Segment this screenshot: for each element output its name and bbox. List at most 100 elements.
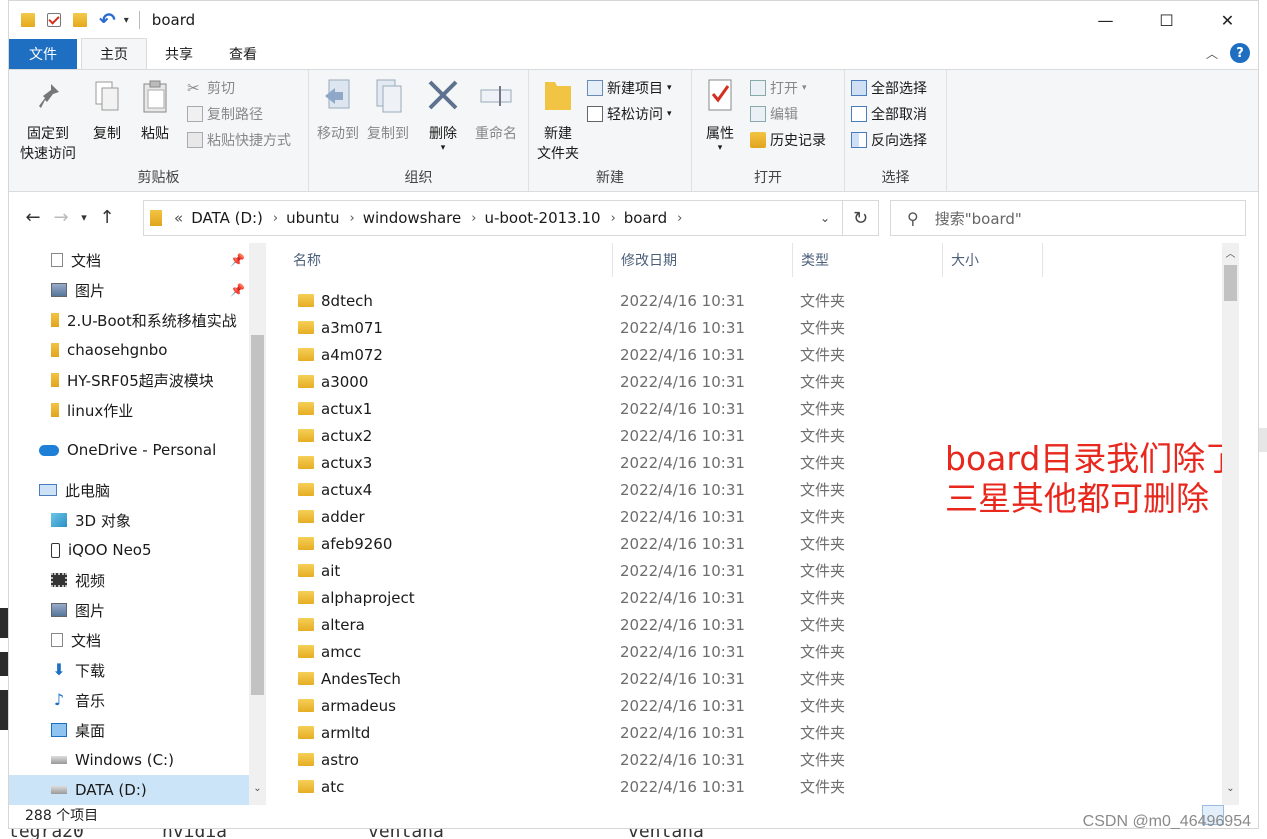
tab-share[interactable]: 共享 (147, 39, 211, 69)
maximize-button[interactable]: ☐ (1136, 1, 1197, 39)
nav-item-linux-homework[interactable]: linux作业 (9, 395, 249, 425)
file-row[interactable]: actux1 2022/4/16 10:31 文件夹 (271, 395, 1239, 422)
copy-to-button[interactable]: 复制到 (365, 78, 411, 144)
nav-pane-scrollbar[interactable]: ⌄ (249, 243, 266, 805)
nav-item-chaosehgnbo[interactable]: chaosehgnbo (9, 335, 249, 365)
column-header-name[interactable]: 名称 (271, 243, 613, 277)
file-list-scrollbar[interactable]: ︿ ⌄ (1222, 243, 1239, 805)
quick-access-dropdown-icon[interactable]: ▾ (124, 15, 129, 26)
pin-icon[interactable]: 📌 (230, 253, 245, 267)
tab-file[interactable]: 文件 (9, 39, 77, 69)
help-icon[interactable]: ? (1230, 43, 1250, 63)
scroll-down-arrow-icon[interactable]: ⌄ (1222, 783, 1239, 794)
cut-button[interactable]: ✂ 剪切 (187, 76, 235, 100)
copy-button[interactable]: 复制 (87, 78, 127, 144)
column-header-size[interactable]: 大小 (943, 243, 1043, 277)
address-history-dropdown-icon[interactable]: ⌄ (820, 211, 830, 225)
nav-item-this-pc[interactable]: 此电脑 (9, 475, 249, 505)
file-row[interactable]: AndesTech 2022/4/16 10:31 文件夹 (271, 665, 1239, 692)
breadcrumb-overflow[interactable]: « (174, 209, 183, 227)
nav-item-videos[interactable]: 视频 (9, 565, 249, 595)
rename-button[interactable]: 重命名 (469, 78, 523, 144)
column-header-type[interactable]: 类型 (793, 243, 943, 277)
tab-home[interactable]: 主页 (81, 38, 147, 69)
nav-item-iqoo-neo5[interactable]: iQOO Neo5 (9, 535, 249, 565)
breadcrumb-chevron-icon[interactable]: › (350, 211, 355, 226)
address-bar[interactable]: « DATA (D:) › ubuntu › windowshare › u-b… (143, 200, 843, 236)
nav-item-hy-srf05[interactable]: HY-SRF05超声波模块 (9, 365, 249, 395)
tab-view[interactable]: 查看 (211, 39, 275, 69)
file-row[interactable]: altera 2022/4/16 10:31 文件夹 (271, 611, 1239, 638)
breadcrumb-board[interactable]: board (624, 209, 667, 227)
new-folder-quick-icon[interactable] (73, 13, 87, 27)
delete-button[interactable]: 删除 ▾ (423, 78, 463, 153)
new-item-button[interactable]: 新建项目 ▾ (587, 76, 672, 100)
undo-icon[interactable]: ↶ (99, 10, 116, 30)
close-button[interactable]: ✕ (1197, 1, 1258, 39)
minimize-button[interactable]: — (1075, 1, 1136, 39)
breadcrumb-windowshare[interactable]: windowshare (363, 209, 462, 227)
properties-button[interactable]: 属性 ▾ (700, 78, 740, 153)
file-row[interactable]: a3000 2022/4/16 10:31 文件夹 (271, 368, 1239, 395)
nav-scrollbar-thumb[interactable] (251, 335, 264, 695)
breadcrumb-uboot[interactable]: u-boot-2013.10 (484, 209, 600, 227)
paste-button[interactable]: 粘贴 (135, 78, 175, 144)
refresh-button[interactable]: ↻ (843, 200, 879, 236)
nav-item-music[interactable]: ♪ 音乐 (9, 685, 249, 715)
up-button[interactable]: ↑ (93, 207, 121, 228)
easy-access-button[interactable]: 轻松访问 ▾ (587, 102, 672, 126)
properties-quick-icon[interactable] (47, 13, 61, 27)
file-row[interactable]: armltd 2022/4/16 10:31 文件夹 (271, 719, 1239, 746)
column-header-date[interactable]: 修改日期 (613, 243, 793, 277)
file-row[interactable]: a4m072 2022/4/16 10:31 文件夹 (271, 341, 1239, 368)
file-row[interactable]: a3m071 2022/4/16 10:31 文件夹 (271, 314, 1239, 341)
nav-item-documents-quick[interactable]: 文档 📌 (9, 245, 249, 275)
file-row[interactable]: 8dtech 2022/4/16 10:31 文件夹 (271, 287, 1239, 314)
file-row[interactable]: afeb9260 2022/4/16 10:31 文件夹 (271, 530, 1239, 557)
delete-dropdown-icon[interactable]: ▾ (423, 144, 463, 153)
invert-selection-button[interactable]: 反向选择 (851, 128, 927, 152)
file-row[interactable]: amcc 2022/4/16 10:31 文件夹 (271, 638, 1239, 665)
scroll-up-arrow-icon[interactable]: ︿ (1222, 245, 1239, 260)
breadcrumb-data-drive[interactable]: DATA (D:) (191, 209, 263, 227)
breadcrumb-chevron-icon[interactable]: › (471, 211, 476, 226)
properties-dropdown-icon[interactable]: ▾ (700, 144, 740, 153)
search-input[interactable]: ⚲ 搜索"board" (890, 200, 1246, 236)
select-all-button[interactable]: 全部选择 (851, 76, 927, 100)
edit-button[interactable]: 编辑 (750, 102, 798, 126)
file-row[interactable]: astro 2022/4/16 10:31 文件夹 (271, 746, 1239, 773)
collapse-ribbon-icon[interactable]: ︿ (1206, 45, 1218, 62)
nav-item-pictures[interactable]: 图片 (9, 595, 249, 625)
nav-item-desktop[interactable]: 桌面 (9, 715, 249, 745)
file-scrollbar-thumb[interactable] (1224, 265, 1237, 301)
select-none-button[interactable]: 全部取消 (851, 102, 927, 126)
history-button[interactable]: 历史记录 (750, 128, 826, 152)
breadcrumb-chevron-icon[interactable]: › (273, 211, 278, 226)
file-row[interactable]: ait 2022/4/16 10:31 文件夹 (271, 557, 1239, 584)
nav-item-data-d[interactable]: DATA (D:) (9, 775, 249, 805)
move-to-button[interactable]: 移动到 (315, 78, 361, 144)
nav-item-3d-objects[interactable]: 3D 对象 (9, 505, 249, 535)
paste-shortcut-button[interactable]: 粘贴快捷方式 (187, 128, 291, 152)
copy-path-button[interactable]: 复制路径 (187, 102, 263, 126)
pin-to-quick-access-button[interactable]: 固定到 快速访问 (15, 78, 81, 164)
recent-locations-dropdown[interactable]: ▾ (75, 211, 93, 224)
file-row[interactable]: armadeus 2022/4/16 10:31 文件夹 (271, 692, 1239, 719)
file-row[interactable]: alphaproject 2022/4/16 10:31 文件夹 (271, 584, 1239, 611)
nav-item-pictures-quick[interactable]: 图片 📌 (9, 275, 249, 305)
nav-item-windows-c[interactable]: Windows (C:) (9, 745, 249, 775)
pin-icon[interactable]: 📌 (230, 283, 245, 297)
scroll-down-arrow-icon[interactable]: ⌄ (249, 783, 266, 794)
file-row[interactable]: atc 2022/4/16 10:31 文件夹 (271, 773, 1239, 800)
open-button[interactable]: 打开 ▾ (750, 76, 807, 100)
breadcrumb-chevron-icon[interactable]: › (677, 211, 682, 226)
nav-item-documents[interactable]: 文档 (9, 625, 249, 655)
nav-item-uboot-folder[interactable]: 2.U-Boot和系统移植实战 (9, 305, 249, 335)
breadcrumb-chevron-icon[interactable]: › (611, 211, 616, 226)
forward-button[interactable]: → (47, 207, 75, 228)
nav-item-downloads[interactable]: ⬇ 下载 (9, 655, 249, 685)
back-button[interactable]: ← (19, 207, 47, 228)
new-folder-button[interactable]: 新建 文件夹 (533, 78, 583, 164)
breadcrumb-ubuntu[interactable]: ubuntu (286, 209, 339, 227)
nav-item-onedrive[interactable]: OneDrive - Personal (9, 435, 249, 465)
